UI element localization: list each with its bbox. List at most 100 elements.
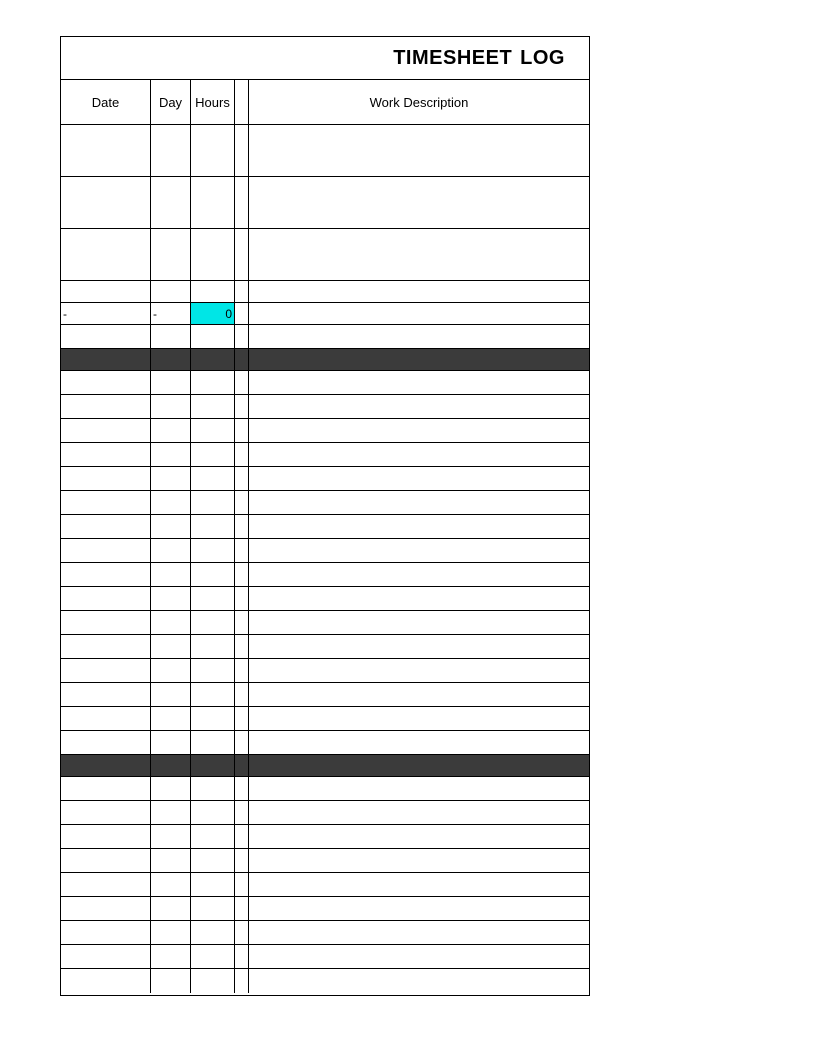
cell-date[interactable] <box>61 349 151 370</box>
cell-hours[interactable] <box>191 659 235 682</box>
cell-day[interactable] <box>151 491 191 514</box>
cell-hours[interactable] <box>191 587 235 610</box>
cell-hours[interactable] <box>191 443 235 466</box>
cell-desc[interactable] <box>249 281 589 302</box>
cell-date[interactable] <box>61 371 151 394</box>
cell-day[interactable] <box>151 707 191 730</box>
cell-hours[interactable] <box>191 467 235 490</box>
cell-date[interactable] <box>61 969 151 993</box>
cell-date[interactable] <box>61 825 151 848</box>
cell-hours[interactable] <box>191 683 235 706</box>
cell-desc[interactable] <box>249 563 589 586</box>
cell-hours[interactable] <box>191 325 235 348</box>
cell-day[interactable] <box>151 563 191 586</box>
cell-hours[interactable] <box>191 563 235 586</box>
cell-desc[interactable] <box>249 325 589 348</box>
cell-desc[interactable] <box>249 945 589 968</box>
cell-day[interactable] <box>151 281 191 302</box>
cell-hours[interactable] <box>191 371 235 394</box>
cell-desc[interactable] <box>249 659 589 682</box>
cell-date[interactable] <box>61 395 151 418</box>
cell-date[interactable] <box>61 229 151 280</box>
cell-hours[interactable] <box>191 731 235 754</box>
cell-day[interactable] <box>151 395 191 418</box>
cell-date[interactable] <box>61 325 151 348</box>
cell-day[interactable]: - <box>151 303 191 324</box>
cell-date[interactable] <box>61 659 151 682</box>
cell-desc[interactable] <box>249 419 589 442</box>
cell-desc[interactable] <box>249 849 589 872</box>
cell-desc[interactable] <box>249 683 589 706</box>
cell-day[interactable] <box>151 755 191 776</box>
cell-desc[interactable] <box>249 801 589 824</box>
cell-date[interactable] <box>61 443 151 466</box>
cell-hours[interactable] <box>191 491 235 514</box>
cell-date[interactable] <box>61 755 151 776</box>
cell-hours[interactable] <box>191 755 235 776</box>
cell-desc[interactable] <box>249 125 589 176</box>
cell-desc[interactable] <box>249 611 589 634</box>
cell-date[interactable] <box>61 921 151 944</box>
cell-day[interactable] <box>151 125 191 176</box>
cell-desc[interactable] <box>249 707 589 730</box>
cell-desc[interactable] <box>249 443 589 466</box>
cell-day[interactable] <box>151 825 191 848</box>
cell-desc[interactable] <box>249 777 589 800</box>
cell-day[interactable] <box>151 587 191 610</box>
cell-day[interactable] <box>151 777 191 800</box>
cell-hours[interactable] <box>191 281 235 302</box>
cell-hours[interactable] <box>191 539 235 562</box>
cell-desc[interactable] <box>249 731 589 754</box>
cell-hours[interactable] <box>191 921 235 944</box>
cell-desc[interactable] <box>249 177 589 228</box>
cell-desc[interactable] <box>249 539 589 562</box>
cell-day[interactable] <box>151 419 191 442</box>
cell-day[interactable] <box>151 873 191 896</box>
cell-day[interactable] <box>151 635 191 658</box>
cell-desc[interactable] <box>249 825 589 848</box>
cell-date[interactable] <box>61 125 151 176</box>
cell-day[interactable] <box>151 371 191 394</box>
cell-date[interactable] <box>61 467 151 490</box>
cell-hours[interactable] <box>191 349 235 370</box>
cell-hours[interactable] <box>191 969 235 993</box>
cell-day[interactable] <box>151 921 191 944</box>
cell-day[interactable] <box>151 443 191 466</box>
cell-desc[interactable] <box>249 897 589 920</box>
cell-date[interactable] <box>61 707 151 730</box>
cell-date[interactable] <box>61 731 151 754</box>
cell-hours[interactable] <box>191 873 235 896</box>
cell-hours[interactable] <box>191 395 235 418</box>
cell-desc[interactable] <box>249 371 589 394</box>
cell-hours[interactable] <box>191 611 235 634</box>
cell-desc[interactable] <box>249 755 589 776</box>
cell-day[interactable] <box>151 849 191 872</box>
cell-day[interactable] <box>151 539 191 562</box>
cell-date[interactable] <box>61 897 151 920</box>
cell-date[interactable] <box>61 419 151 442</box>
cell-hours[interactable] <box>191 801 235 824</box>
cell-day[interactable] <box>151 659 191 682</box>
cell-date[interactable]: - <box>61 303 151 324</box>
cell-date[interactable] <box>61 515 151 538</box>
cell-date[interactable] <box>61 611 151 634</box>
cell-day[interactable] <box>151 229 191 280</box>
cell-desc[interactable] <box>249 349 589 370</box>
cell-day[interactable] <box>151 801 191 824</box>
cell-desc[interactable] <box>249 491 589 514</box>
cell-hours[interactable] <box>191 229 235 280</box>
cell-day[interactable] <box>151 945 191 968</box>
cell-desc[interactable] <box>249 467 589 490</box>
cell-day[interactable] <box>151 969 191 993</box>
cell-desc[interactable] <box>249 969 589 993</box>
cell-date[interactable] <box>61 635 151 658</box>
cell-desc[interactable] <box>249 303 589 324</box>
cell-day[interactable] <box>151 515 191 538</box>
cell-day[interactable] <box>151 177 191 228</box>
cell-date[interactable] <box>61 945 151 968</box>
cell-hours[interactable]: 0 <box>191 303 235 324</box>
cell-day[interactable] <box>151 467 191 490</box>
cell-desc[interactable] <box>249 395 589 418</box>
cell-hours[interactable] <box>191 825 235 848</box>
cell-date[interactable] <box>61 177 151 228</box>
